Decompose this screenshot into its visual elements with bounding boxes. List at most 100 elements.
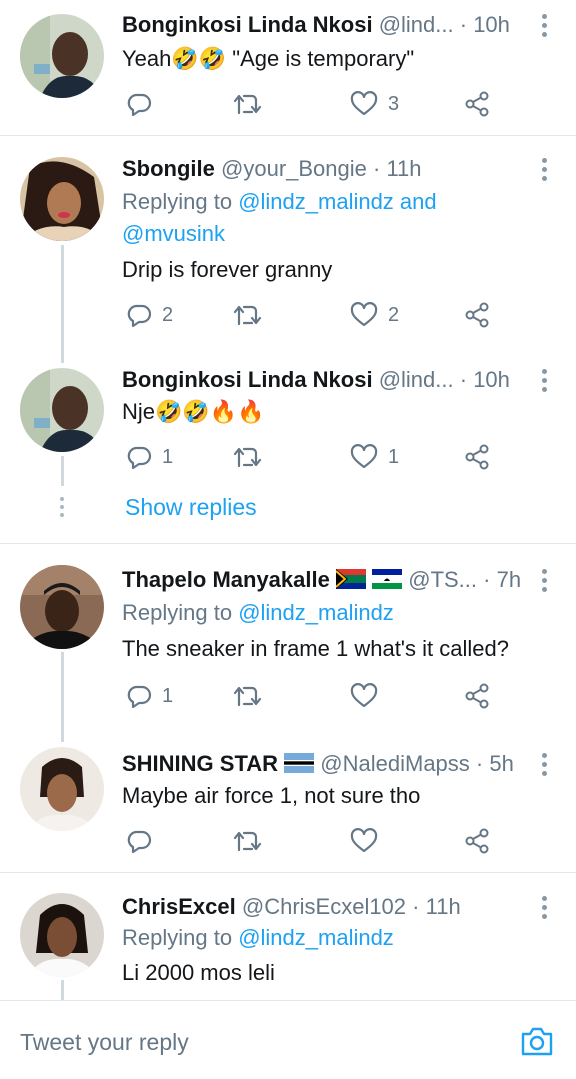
reply-icon [127,685,152,709]
more-vertical-icon[interactable] [542,158,548,185]
heart-icon [350,302,378,327]
avatar[interactable] [20,565,104,649]
reply-button[interactable]: 1 [126,442,173,472]
tweet-time: · 10h [459,12,510,37]
reply-button[interactable]: 1 [126,681,173,711]
share-icon [465,828,489,854]
replying-to-users-cont[interactable]: @mvusink [122,221,225,246]
reply-icon [127,830,152,854]
retweet-button[interactable] [232,681,274,711]
retweet-button[interactable] [232,89,274,119]
camera-button[interactable] [520,1025,554,1062]
replying-to: Replying to @lindz_malindz [122,922,394,954]
author-name[interactable]: SHINING STAR [122,751,278,776]
avatar[interactable] [20,747,104,831]
more-vertical-icon[interactable] [542,896,548,923]
replying-to-label: Replying to [122,600,239,625]
share-button[interactable] [464,89,490,119]
author-handle[interactable]: @TS... [408,567,477,592]
retweet-icon [233,447,262,468]
south-africa-flag-icon [335,569,366,589]
thread-line [61,652,64,742]
tweet-actions: 3 [122,89,502,119]
tweet-header: Bonginkosi Linda Nkosi @lind... · 10h [122,12,510,38]
share-button[interactable] [464,681,490,711]
like-count: 3 [388,92,400,115]
retweet-button[interactable] [232,300,274,330]
tweet-text: Nje🤣🤣🔥🔥 [122,399,265,424]
tweet-actions: 2 2 [122,300,502,330]
author-handle[interactable]: @your_Bongie [221,156,367,181]
share-icon [465,91,489,117]
tweet-actions [122,826,502,856]
reply-button[interactable] [126,89,162,119]
tweet-actions: 1 [122,681,502,711]
retweet-button[interactable] [232,826,274,856]
replying-to-label: Replying to [122,925,239,950]
author-name[interactable]: Thapelo Manyakalle [122,567,330,592]
reply-count: 1 [162,445,174,468]
retweet-icon [233,94,262,115]
author-name[interactable]: Bonginkosi Linda Nkosi [122,367,373,392]
share-icon [465,302,489,328]
like-button[interactable] [350,681,388,711]
tweet-actions: 1 1 [122,442,502,472]
reply-button[interactable] [126,826,162,856]
share-button[interactable] [464,442,490,472]
tweet-text: Yeah🤣🤣 "Age is temporary" [122,46,415,71]
author-handle[interactable]: @lind... [379,367,454,392]
more-vertical-icon[interactable] [542,14,548,41]
more-vertical-icon[interactable] [542,753,548,780]
reply-composer: Tweet your reply [0,1000,576,1079]
avatar[interactable] [20,893,104,977]
author-handle[interactable]: @NalediMapss [320,751,470,776]
retweet-icon [233,686,262,707]
like-button[interactable]: 3 [350,89,399,119]
avatar[interactable] [20,157,104,241]
thread-dots [60,497,65,521]
replying-to-users[interactable]: @lindz_malindz [238,925,394,950]
reply-button[interactable]: 2 [126,300,173,330]
like-button[interactable] [350,826,388,856]
reply-count: 2 [162,303,174,326]
show-replies-link[interactable]: Show replies [125,494,257,521]
tweet-text: Maybe air force 1, not sure tho [122,783,421,808]
replying-to-users[interactable]: @lindz_malindz [238,600,394,625]
tweet-time: · 11h [412,894,461,919]
divider [0,135,576,136]
retweet-button[interactable] [232,442,274,472]
author-handle[interactable]: @ChrisEcxel102 [242,894,406,919]
tweet-time: · 10h [459,367,510,392]
more-vertical-icon[interactable] [542,369,548,396]
heart-icon [350,828,378,853]
thread-line [61,456,64,486]
tweet-time: · 7h [483,567,522,592]
lesotho-flag-icon [372,569,403,589]
replying-to-label: Replying to [122,189,239,214]
avatar[interactable] [20,14,104,98]
reply-icon [127,446,152,470]
reply-count: 1 [162,684,174,707]
more-vertical-icon[interactable] [542,569,548,596]
avatar[interactable] [20,368,104,452]
like-button[interactable]: 2 [350,300,399,330]
tweet-time: · 5h [475,751,514,776]
share-button[interactable] [464,300,490,330]
like-button[interactable]: 1 [350,442,399,472]
tweet-text: The sneaker in frame 1 what's it called? [122,636,509,661]
author-handle[interactable]: @lind... [379,12,454,37]
share-button[interactable] [464,826,490,856]
tweet-header: Bonginkosi Linda Nkosi @lind... · 10h [122,367,510,393]
like-count: 1 [388,445,400,468]
tweet-time: · 11h [373,156,422,181]
heart-icon [350,444,378,469]
tweet-text: Drip is forever granny [122,257,333,282]
author-name[interactable]: Bonginkosi Linda Nkosi [122,12,373,37]
camera-icon [521,1027,553,1056]
divider [0,872,576,873]
author-name[interactable]: Sbongile [122,156,215,181]
author-name[interactable]: ChrisExcel [122,894,236,919]
replying-to-users[interactable]: @lindz_malindz and [238,189,436,214]
replying-to: Replying to @lindz_malindz [122,597,394,629]
reply-input[interactable]: Tweet your reply [20,1029,189,1056]
